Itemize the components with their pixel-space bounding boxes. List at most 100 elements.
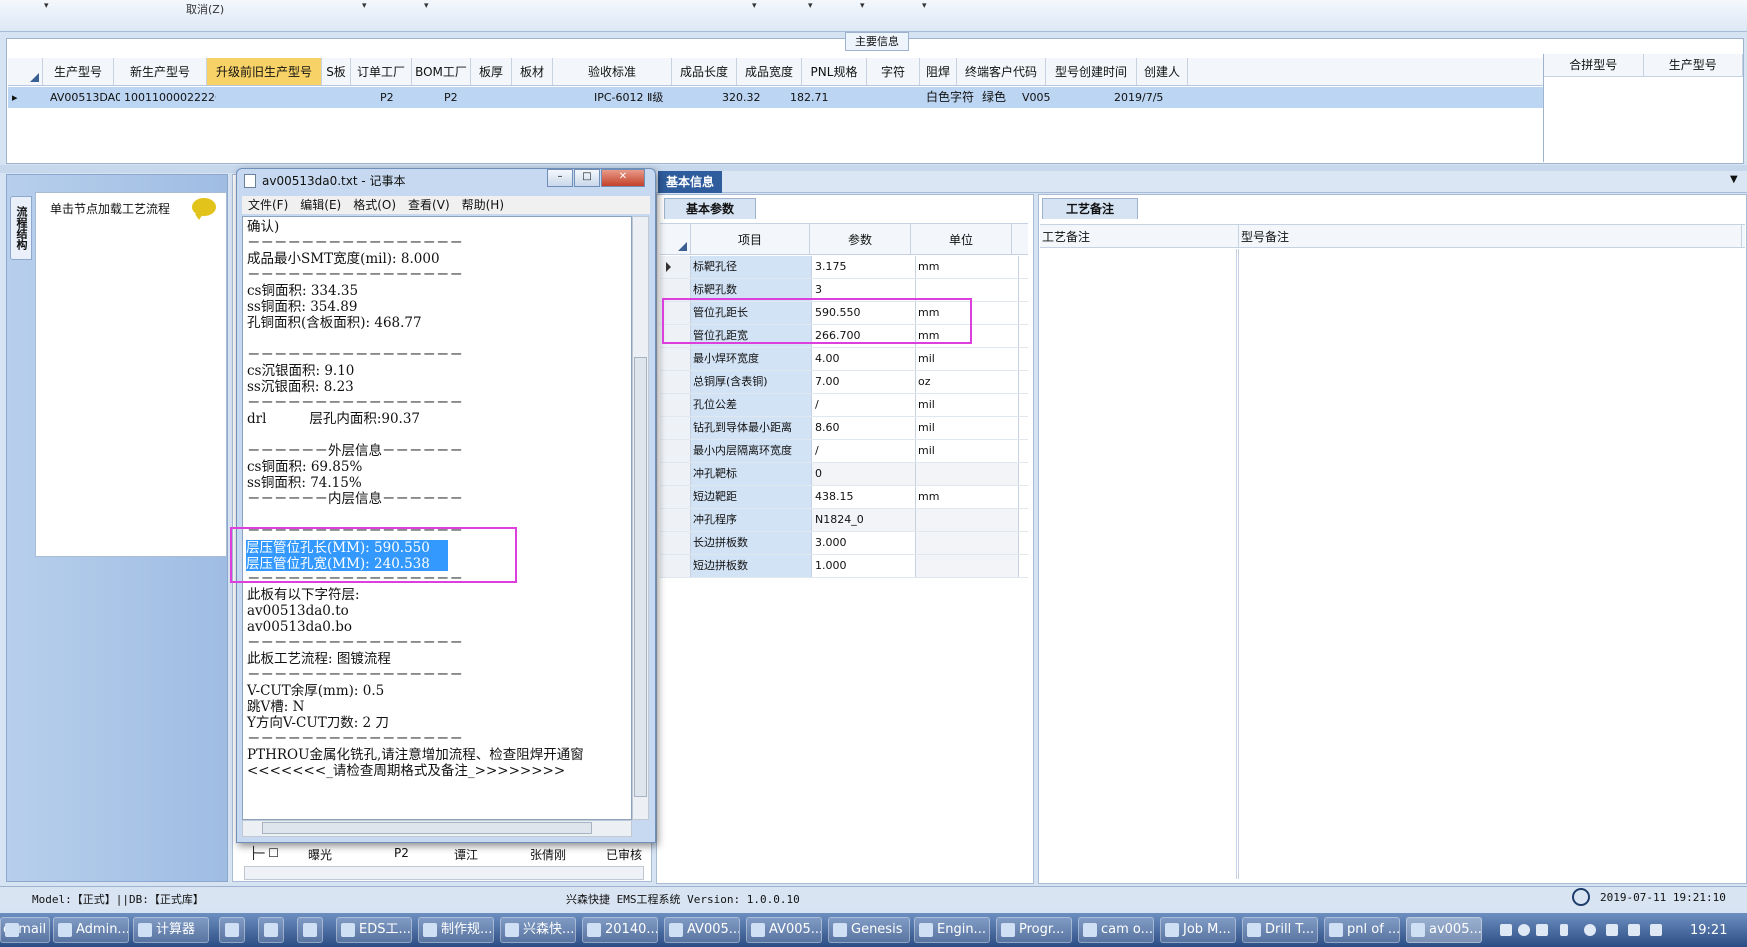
vertical-tab-flow[interactable]: 流程结构 — [10, 196, 32, 260]
col-header[interactable]: BOM工厂 — [412, 58, 471, 85]
param-value[interactable]: 1.000 — [812, 555, 916, 577]
table-cell[interactable]: 10011000022226 — [120, 87, 216, 108]
col-header[interactable]: S板 — [322, 58, 351, 85]
table-row[interactable]: 总铜厚(含表铜) 7.00 oz — [660, 371, 1028, 394]
taskbar-item[interactable]: 20140... — [582, 917, 658, 943]
table-cell[interactable]: V005 — [1018, 87, 1110, 108]
param-value[interactable]: 7.00 — [812, 371, 916, 393]
col-header[interactable]: PNL规格 — [802, 58, 867, 85]
col-header[interactable]: 成品长度 — [672, 58, 737, 85]
table-cell[interactable] — [334, 87, 366, 108]
col-header[interactable]: 生产型号 — [1644, 54, 1743, 76]
col-header[interactable]: 终端客户代码 — [957, 58, 1046, 85]
table-cell[interactable]: AV00513DA0 — [46, 87, 120, 108]
col-header[interactable]: 字符 — [867, 58, 920, 85]
row-selector[interactable] — [660, 394, 691, 416]
param-value[interactable]: N1824_0 — [812, 509, 916, 531]
chevron-down-icon[interactable]: ▼ — [1730, 174, 1738, 185]
table-cell[interactable] — [1204, 87, 1258, 108]
col-header[interactable]: 合拼型号 — [1544, 54, 1644, 76]
row-selector[interactable] — [660, 486, 691, 508]
keyboard-icon[interactable] — [1500, 924, 1512, 936]
taskbar-item[interactable]: pnl of ... — [1324, 917, 1400, 943]
taskbar-app-icon[interactable] — [258, 917, 284, 943]
table-row[interactable]: 短边拼板数 1.000 — [660, 555, 1028, 578]
col-header[interactable]: 单位 — [911, 224, 1012, 254]
notes-scrollbar[interactable] — [1236, 249, 1239, 879]
taskbar-item[interactable]: Job M... — [1160, 917, 1236, 943]
table-row[interactable]: ▸ AV00513DA0 10011000022226 P2 P2 IPC-60… — [8, 87, 1543, 108]
row-selector[interactable] — [660, 371, 691, 393]
menu-view[interactable]: 查看(V) — [402, 196, 456, 214]
row-selector[interactable] — [660, 509, 691, 531]
dropdown-arrow-icon[interactable]: ▾ — [860, 1, 865, 11]
flag-icon[interactable] — [1606, 924, 1618, 936]
taskbar-item[interactable]: 计算器 — [133, 917, 209, 943]
param-value[interactable]: 438.15 — [812, 486, 916, 508]
table-cell[interactable]: P2 — [440, 87, 502, 108]
tab-basic-params[interactable]: 基本参数 — [664, 198, 756, 219]
grid-corner[interactable] — [8, 58, 43, 85]
table-cell[interactable] — [546, 87, 590, 108]
col-header[interactable]: 订单工厂 — [351, 58, 412, 85]
col-header[interactable]: 生产型号 — [43, 58, 114, 85]
table-cell[interactable]: 182.71 — [786, 87, 854, 108]
grid-corner[interactable] — [660, 224, 691, 254]
taskbar-app-icon[interactable] — [297, 917, 323, 943]
minimize-button[interactable]: – — [547, 169, 573, 187]
taskbar-item[interactable]: 制作规... — [418, 917, 494, 943]
dropdown-arrow-icon[interactable]: ▾ — [922, 1, 927, 11]
table-cell[interactable]: 白色字符 — [922, 87, 978, 108]
row-selector[interactable] — [660, 532, 691, 554]
taskbar-item[interactable]: oxmail — [0, 917, 50, 943]
taskbar-item[interactable]: AV005... — [746, 917, 822, 943]
dropdown-arrow-icon[interactable]: ▾ — [424, 1, 429, 11]
param-value[interactable]: 3.175 — [812, 256, 916, 278]
col-header[interactable]: 型号创建时间 — [1046, 58, 1137, 85]
network-icon[interactable] — [1584, 924, 1596, 936]
col-header[interactable]: 成品宽度 — [737, 58, 802, 85]
tab-basic-info[interactable]: 基本信息 — [658, 171, 722, 193]
table-row[interactable]: 长边拼板数 3.000 — [660, 532, 1028, 555]
tray-clock[interactable]: 19:21 — [1690, 923, 1727, 938]
dropdown-arrow-icon[interactable]: ▾ — [808, 1, 813, 11]
tab-process-notes[interactable]: 工艺备注 — [1042, 198, 1138, 219]
col-header[interactable]: 板厚 — [471, 58, 512, 85]
table-cell[interactable]: P2 — [366, 87, 440, 108]
col-header[interactable]: 项目 — [691, 224, 810, 254]
col-header[interactable]: 阻焊 — [920, 58, 957, 85]
scroll-thumb[interactable] — [262, 822, 592, 834]
speech-bubble-icon[interactable] — [192, 198, 216, 220]
menu-file[interactable]: 文件(F) — [242, 196, 294, 214]
taskbar-item[interactable]: Progr... — [996, 917, 1072, 943]
table-cell[interactable] — [854, 87, 922, 108]
col-header[interactable]: 验收标准 — [553, 58, 672, 85]
table-cell[interactable]: 2019/7/5 — [1110, 87, 1204, 108]
param-value[interactable]: 8.60 — [812, 417, 916, 439]
cancel-menu[interactable]: 取消(Z) — [186, 1, 224, 17]
row-selector[interactable] — [660, 555, 691, 577]
display-icon[interactable] — [1628, 924, 1640, 936]
taskbar-item[interactable]: AV005... — [664, 917, 740, 943]
table-row[interactable]: 标靶孔径 3.175 mm — [660, 256, 1028, 279]
table-row[interactable]: 冲孔程序 N1824_0 — [660, 509, 1028, 532]
menu-help[interactable]: 帮助(H) — [456, 196, 510, 214]
table-row[interactable]: 钻孔到导体最小距离 8.60 mil — [660, 417, 1028, 440]
table-row[interactable]: 冲孔靶标 0 — [660, 463, 1028, 486]
row-selector[interactable] — [660, 463, 691, 485]
table-row[interactable]: 短边靶距 438.15 mm — [660, 486, 1028, 509]
table-cell[interactable]: 320.32 — [712, 87, 786, 108]
show-hidden-icon[interactable] — [1560, 924, 1568, 936]
settings-icon[interactable] — [1536, 924, 1548, 936]
table-row[interactable]: 最小内层隔离环宽度 / mil — [660, 440, 1028, 463]
param-value[interactable]: 0 — [812, 463, 916, 485]
scroll-thumb[interactable] — [634, 357, 647, 797]
taskbar-item[interactable]: Admin... — [53, 917, 129, 943]
dropdown-arrow-icon[interactable]: ▾ — [752, 1, 757, 11]
maximize-button[interactable]: □ — [574, 169, 600, 187]
flow-tree[interactable] — [35, 192, 227, 557]
close-button[interactable]: ✕ — [601, 169, 645, 187]
table-row[interactable]: 最小焊环宽度 4.00 mil — [660, 348, 1028, 371]
menu-edit[interactable]: 编辑(E) — [294, 196, 347, 214]
menu-format[interactable]: 格式(O) — [347, 196, 402, 214]
